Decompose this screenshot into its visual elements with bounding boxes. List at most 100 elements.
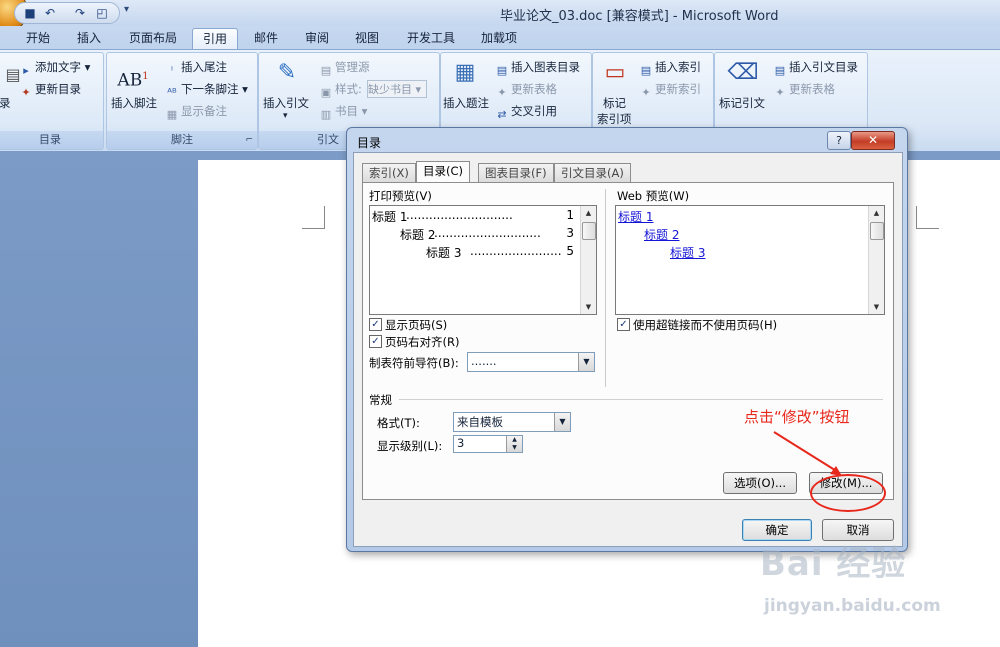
manage-sources-button[interactable]: ▤ 管理源 (319, 59, 370, 78)
style-label-text: 样式: (335, 82, 362, 96)
update-toc-button[interactable]: ✦ 更新目录 (19, 81, 81, 100)
tab-insert[interactable]: 插入 (70, 28, 108, 49)
mark-citation-icon[interactable]: ⌫ (727, 57, 759, 89)
web-scroll-down-icon[interactable]: ▼ (869, 300, 884, 314)
print-preview-line-1: 标题 1............................ 1 (372, 208, 578, 225)
mark-entry-line1[interactable]: 标记 (603, 95, 626, 111)
format-value: 来自模板 (457, 415, 503, 429)
arrow-shaft (773, 431, 839, 473)
insert-index-button[interactable]: ▤ 插入索引 (639, 59, 701, 78)
mark-entry-line2[interactable]: 索引项 (597, 111, 632, 127)
add-text-button[interactable]: ▸ 添加文字 ▾ (19, 59, 90, 78)
tab-developer[interactable]: 开发工具 (400, 28, 462, 49)
quick-access-toolbar: ■ ↶ ↷ ◰ (14, 2, 120, 24)
insert-table-of-figures-button[interactable]: ▤ 插入图表目录 (495, 59, 580, 78)
right-align-checkbox[interactable]: ✓ (369, 335, 382, 348)
help-button[interactable]: ? (827, 131, 851, 150)
tab-view[interactable]: 视图 (348, 28, 386, 49)
tab-review[interactable]: 审阅 (298, 28, 336, 49)
cross-reference-button[interactable]: ⇄ 交叉引用 (495, 103, 557, 122)
web-preview-scrollbar[interactable]: ▲ ▼ (868, 206, 884, 314)
web-link-3[interactable]: 标题 3 (670, 244, 705, 261)
print-preview-icon[interactable]: ◰ (95, 6, 109, 20)
scroll-up-icon[interactable]: ▲ (581, 206, 596, 220)
scroll-thumb[interactable] (582, 222, 596, 240)
tab-references[interactable]: 引用 (192, 28, 238, 50)
undo-icon[interactable]: ↶ (43, 6, 57, 20)
update-table-button[interactable]: ✦ 更新表格 (495, 81, 557, 100)
print-preview-label: 打印预览(V) (369, 189, 432, 203)
tab-add-ins[interactable]: 加载项 (474, 28, 524, 49)
print-line-3-page: 5 (566, 244, 574, 258)
print-preview-box[interactable]: 标题 1............................ 1 标题 2..… (369, 205, 597, 315)
style-icon: ▣ (320, 86, 332, 99)
web-scroll-up-icon[interactable]: ▲ (869, 206, 884, 220)
next-footnote-button[interactable]: ᴬᴮ 下一条脚注 ▾ (165, 81, 248, 100)
next-footnote-icon: ᴬᴮ (167, 86, 177, 99)
insert-citation-button[interactable]: 插入引文 (263, 95, 309, 111)
redo-icon[interactable]: ↷ (73, 6, 87, 20)
tab-toc[interactable]: 目录(C) (416, 161, 471, 183)
insert-footnote-icon[interactable]: AB1 (117, 61, 149, 93)
tab-home[interactable]: 开始 (20, 28, 56, 49)
web-preview-box[interactable]: 标题 1 标题 2 标题 3 ▲ ▼ (615, 205, 885, 315)
footnote-glyph: AB (117, 70, 143, 91)
scroll-down-icon[interactable]: ▼ (581, 300, 596, 314)
next-footnote-label: 下一条脚注 (181, 82, 239, 96)
tab-mailings[interactable]: 邮件 (248, 28, 284, 49)
insert-footnote-button[interactable]: 插入脚注 (111, 95, 157, 111)
update-toa-button[interactable]: ✦ 更新表格 (773, 81, 835, 100)
web-preview-label: Web 预览(W) (617, 189, 690, 203)
mark-citation-button[interactable]: 标记引文 (719, 95, 765, 111)
cross-reference-icon: ⇄ (497, 108, 507, 121)
mark-entry-icon[interactable]: ▭ (599, 57, 631, 89)
insert-index-icon: ▤ (640, 64, 652, 77)
baidu-watermark: Bai 经验 (760, 544, 907, 584)
toc-button-label[interactable]: 录 (0, 95, 11, 111)
show-notes-button[interactable]: ▦ 显示备注 (165, 103, 227, 122)
tab-leader-value: ....... (471, 354, 497, 368)
levels-spinner[interactable]: 3 ▲ ▼ (453, 435, 523, 453)
web-link-2[interactable]: 标题 2 (644, 226, 679, 243)
insert-endnote-button[interactable]: ⁱ 插入尾注 (165, 59, 227, 78)
bibliography-button[interactable]: ▥ 书目 ▾ (319, 103, 368, 122)
print-line-3-leader: ............................ (470, 244, 562, 258)
update-index-icon: ✦ (641, 86, 651, 99)
show-page-numbers-checkbox[interactable]: ✓ (369, 318, 382, 331)
crop-mark-left (302, 206, 325, 229)
footnote-dialog-launcher-icon[interactable]: ⌐ (245, 131, 253, 149)
insert-citation-icon[interactable]: ✎ (271, 57, 303, 89)
tab-table-of-figures[interactable]: 图表目录(F) (478, 163, 554, 182)
general-divider (399, 399, 883, 400)
insert-caption-button[interactable]: 插入题注 (443, 95, 489, 111)
tab-table-of-authorities[interactable]: 引文目录(A) (554, 163, 631, 182)
group-toc: ▤ 录 ▸ 添加文字 ▾ ✦ 更新目录 目录 (0, 52, 104, 150)
insert-caption-icon[interactable]: ▦ (449, 57, 481, 89)
print-preview-scrollbar[interactable]: ▲ ▼ (580, 206, 596, 314)
watermark-url: jingyan.baidu.com (764, 596, 941, 616)
tab-page-layout[interactable]: 页面布局 (122, 28, 184, 49)
levels-spin-icon[interactable]: ▲ ▼ (506, 436, 522, 452)
update-toc-icon: ✦ (21, 86, 31, 99)
group-footnotes: AB1 插入脚注 ⁱ 插入尾注 ᴬᴮ 下一条脚注 ▾ ▦ 显示备注 脚注 ⌐ (106, 52, 258, 150)
update-index-button[interactable]: ✦ 更新索引 (639, 81, 701, 100)
update-toa-label: 更新表格 (789, 82, 835, 96)
tab-index[interactable]: 索引(X) (362, 163, 416, 182)
insert-toa-button[interactable]: ▤ 插入引文目录 (773, 59, 858, 78)
close-button[interactable]: ✕ (851, 131, 895, 150)
print-preview-line-2: 标题 2............................ 3 (400, 226, 578, 243)
tab-leader-select[interactable]: ....... ▼ (467, 352, 595, 372)
format-dropdown-icon[interactable]: ▼ (554, 413, 570, 431)
style-select[interactable]: 缺少书目 ▾ (367, 80, 427, 98)
save-icon[interactable]: ■ (23, 6, 37, 20)
web-link-1[interactable]: 标题 1 (618, 208, 653, 225)
manage-sources-icon: ▤ (320, 64, 332, 77)
use-hyperlinks-checkbox[interactable]: ✓ (617, 318, 630, 331)
tab-leader-dropdown-icon[interactable]: ▼ (578, 353, 594, 371)
insert-index-label: 插入索引 (655, 60, 701, 74)
format-select[interactable]: 来自模板 ▼ (453, 412, 571, 432)
customize-qat-button[interactable]: ▾ (124, 4, 129, 15)
insert-citation-dropdown-icon[interactable]: ▾ (283, 111, 288, 121)
format-label: 格式(T): (377, 416, 420, 430)
web-scroll-thumb[interactable] (870, 222, 884, 240)
